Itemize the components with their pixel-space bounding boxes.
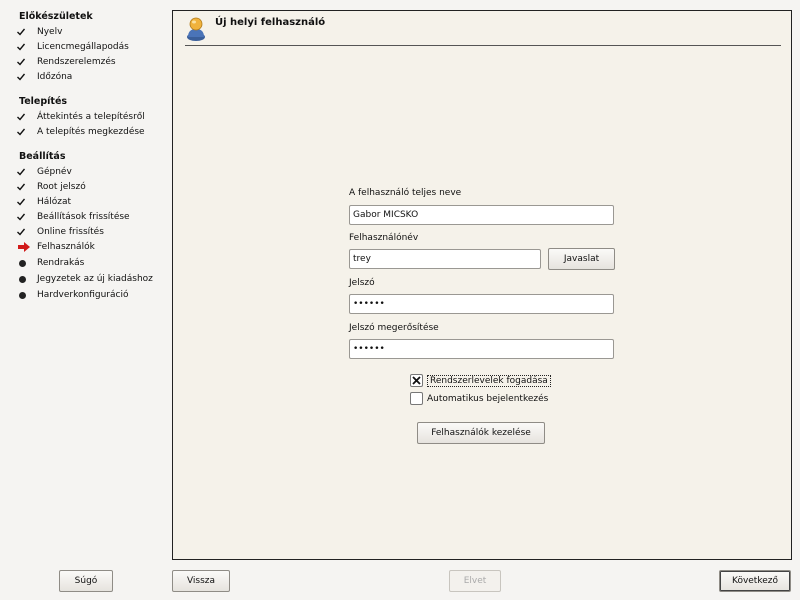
step-hostname: Gépnév bbox=[17, 165, 72, 179]
step-label: Licencmegállapodás bbox=[37, 42, 129, 52]
checkmark-icon bbox=[17, 213, 37, 221]
arrow-right-icon bbox=[17, 242, 37, 252]
fullname-label: A felhasználó teljes neve bbox=[349, 188, 462, 198]
receive-mail-checkbox[interactable]: Rendszerlevelek fogadása bbox=[410, 374, 551, 387]
back-button[interactable]: Vissza bbox=[172, 570, 230, 592]
password-label: Jelszó bbox=[349, 278, 375, 288]
header-divider bbox=[185, 45, 781, 46]
checkmark-icon bbox=[17, 183, 37, 191]
user-icon bbox=[187, 17, 205, 41]
manage-users-button[interactable]: Felhasználók kezelése bbox=[417, 422, 545, 444]
step-release-notes: Jegyzetek az új kiadáshoz bbox=[17, 272, 153, 286]
step-start-installation: A telepítés megkezdése bbox=[17, 125, 145, 139]
checkmark-icon bbox=[17, 58, 37, 66]
section-title-preparation: Előkészületek bbox=[19, 11, 93, 22]
step-label: Gépnév bbox=[37, 167, 72, 177]
step-label: Felhasználók bbox=[37, 242, 95, 252]
step-hardware-config: Hardverkonfiguráció bbox=[17, 288, 128, 302]
checkmark-icon bbox=[17, 113, 37, 121]
step-language: Nyelv bbox=[17, 25, 62, 39]
checkbox-checked-icon[interactable] bbox=[410, 374, 423, 387]
checkmark-icon bbox=[17, 228, 37, 236]
step-installation-overview: Áttekintés a telepítésről bbox=[17, 110, 145, 124]
checkmark-icon bbox=[17, 43, 37, 51]
username-input[interactable]: trey bbox=[349, 249, 541, 269]
page-title: Új helyi felhasználó bbox=[215, 17, 326, 28]
abort-button[interactable]: Elvet bbox=[449, 570, 501, 592]
step-label: Rendszerelemzés bbox=[37, 57, 116, 67]
password-confirm-input[interactable]: •••••• bbox=[349, 339, 614, 359]
checkmark-icon bbox=[17, 168, 37, 176]
receive-mail-label: Rendszerlevelek fogadása bbox=[427, 374, 551, 387]
bullet-icon bbox=[17, 259, 37, 267]
next-button[interactable]: Következő bbox=[719, 570, 791, 592]
step-label: Online frissítés bbox=[37, 227, 104, 237]
step-label: Rendrakás bbox=[37, 258, 85, 268]
step-sidebar: Előkészületek Nyelv Licencmegállapodás R… bbox=[0, 0, 170, 560]
panel-header: Új helyi felhasználó bbox=[173, 11, 791, 47]
help-button[interactable]: Súgó bbox=[59, 570, 113, 592]
step-users-current: Felhasználók bbox=[17, 240, 95, 254]
bullet-icon bbox=[17, 275, 37, 283]
suggest-button[interactable]: Javaslat bbox=[548, 248, 615, 270]
step-cleanup: Rendrakás bbox=[17, 256, 84, 270]
step-update-settings: Beállítások frissítése bbox=[17, 210, 130, 224]
username-label: Felhasználónév bbox=[349, 233, 419, 243]
bullet-icon bbox=[17, 291, 37, 299]
fullname-input[interactable]: Gabor MICSKO bbox=[349, 205, 614, 225]
section-title-installation: Telepítés bbox=[19, 96, 68, 107]
step-online-update: Online frissítés bbox=[17, 225, 104, 239]
main-panel: Új helyi felhasználó A felhasználó telje… bbox=[172, 10, 792, 560]
password-confirm-label: Jelszó megerősítése bbox=[349, 323, 439, 333]
step-root-password: Root jelszó bbox=[17, 180, 86, 194]
step-label: Nyelv bbox=[37, 27, 63, 37]
step-label: Root jelszó bbox=[37, 182, 86, 192]
checkmark-icon bbox=[17, 73, 37, 81]
section-title-configuration: Beállítás bbox=[19, 151, 66, 162]
step-timezone: Időzóna bbox=[17, 70, 72, 84]
checkmark-icon bbox=[17, 128, 37, 136]
step-label: Hardverkonfiguráció bbox=[37, 290, 129, 300]
step-system-analysis: Rendszerelemzés bbox=[17, 55, 116, 69]
step-label: A telepítés megkezdése bbox=[37, 127, 145, 137]
auto-login-label: Automatikus bejelentkezés bbox=[427, 393, 549, 404]
step-label: Beállítások frissítése bbox=[37, 212, 130, 222]
step-label: Időzóna bbox=[37, 72, 73, 82]
password-input[interactable]: •••••• bbox=[349, 294, 614, 314]
checkmark-icon bbox=[17, 28, 37, 36]
step-label: Áttekintés a telepítésről bbox=[37, 112, 145, 122]
checkmark-icon bbox=[17, 198, 37, 206]
step-license: Licencmegállapodás bbox=[17, 40, 129, 54]
step-label: Jegyzetek az új kiadáshoz bbox=[37, 274, 153, 284]
step-network: Hálózat bbox=[17, 195, 71, 209]
auto-login-checkbox[interactable]: Automatikus bejelentkezés bbox=[410, 392, 548, 405]
step-label: Hálózat bbox=[37, 197, 72, 207]
checkbox-unchecked-icon[interactable] bbox=[410, 392, 423, 405]
